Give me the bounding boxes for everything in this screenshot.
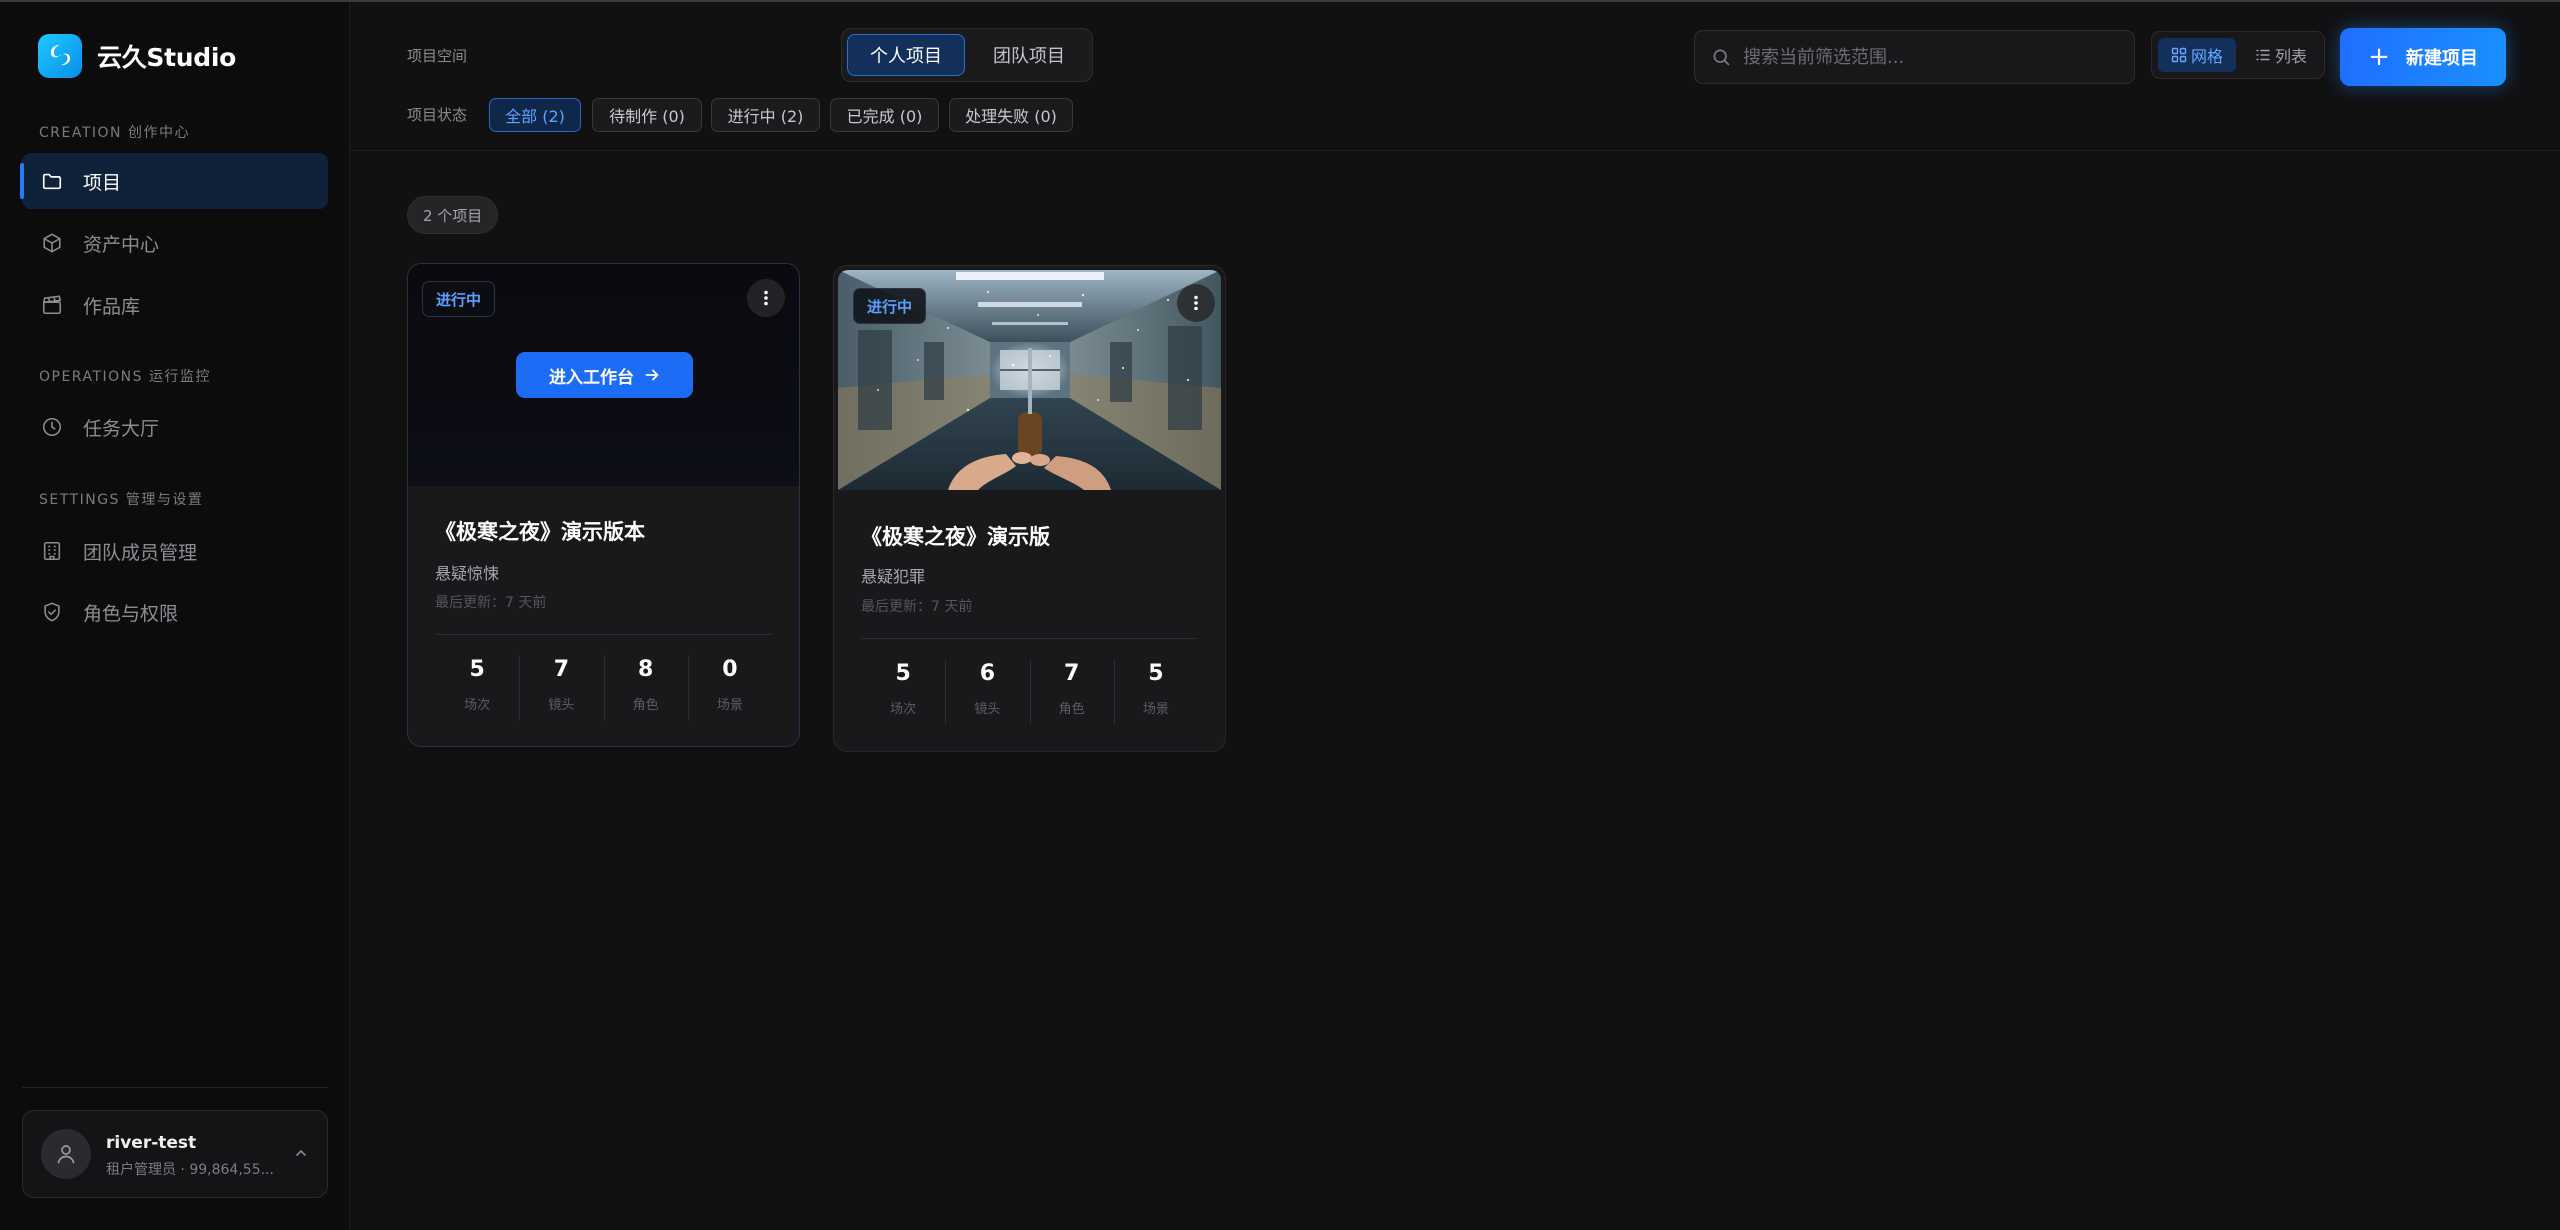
sidebar-item-assets[interactable]: 资产中心: [22, 215, 328, 271]
status-filter-in-progress[interactable]: 进行中 (2): [711, 98, 820, 132]
status-badge: 进行中: [853, 288, 927, 324]
arrow-right-icon: [645, 369, 659, 381]
view-grid-label: 网格: [2190, 47, 2223, 66]
logo-swirl-icon: [38, 34, 82, 78]
sidebar-item-label: 团队成员管理: [83, 541, 198, 564]
shield-check-icon: [39, 599, 65, 625]
stat-locations: 5 场景: [1113, 657, 1198, 727]
view-grid-button[interactable]: 网格: [2158, 38, 2236, 72]
section-label-creation: CREATION 创作中心: [39, 125, 190, 141]
project-cover-image: 进行中: [838, 270, 1221, 490]
user-icon: [57, 1145, 75, 1164]
project-updated: 最后更新：7 天前: [435, 595, 547, 611]
clock-icon: [39, 414, 65, 440]
enter-workspace-button[interactable]: 进入工作台: [516, 352, 693, 398]
grid-icon: [2171, 47, 2187, 63]
stat-locations: 0 场景: [687, 653, 772, 723]
project-space-toggle: 个人项目 团队项目: [841, 28, 1093, 82]
stat-characters: 7 角色: [1029, 657, 1114, 727]
tab-personal-projects[interactable]: 个人项目: [847, 34, 965, 76]
sidebar-item-label: 角色与权限: [83, 602, 179, 625]
more-options-icon[interactable]: [1177, 284, 1215, 322]
chevron-up-icon[interactable]: [293, 1145, 309, 1165]
stat-shots: 6 镜头: [945, 657, 1029, 727]
app-logo[interactable]: 云久Studio: [38, 34, 236, 78]
project-cover-image: 进行中 进入工作台: [408, 264, 799, 486]
project-status-label: 项目状态: [407, 106, 468, 124]
project-stats: 5 场次 6 镜头 7 角色 5 场景: [861, 657, 1198, 727]
section-label-operations: OPERATIONS 运行监控: [39, 369, 211, 385]
sidebar: 云久Studio CREATION 创作中心 项目 资产中心 作品库 OPERA…: [0, 2, 350, 1230]
sidebar-item-task-hall[interactable]: 任务大厅: [22, 399, 328, 455]
section-label-settings: SETTINGS 管理与设置: [39, 492, 204, 508]
sidebar-item-roles-permissions[interactable]: 角色与权限: [22, 584, 328, 640]
project-stats: 5 场次 7 镜头 8 角色 0 场景: [435, 653, 772, 723]
new-project-label: 新建项目: [2405, 48, 2478, 69]
card-divider: [861, 638, 1198, 639]
search-icon: [1713, 49, 1730, 66]
building-icon: [39, 538, 65, 564]
stat-shots: 7 镜头: [519, 653, 603, 723]
sidebar-item-projects[interactable]: 项目: [20, 153, 328, 209]
app-name: 云久Studio: [97, 43, 236, 72]
list-icon: [2256, 49, 2270, 61]
status-filter-all[interactable]: 全部 (2): [489, 98, 581, 132]
search-box: [1694, 30, 2135, 84]
status-filter-pending[interactable]: 待制作 (0): [592, 98, 702, 132]
project-card[interactable]: 进行中 《极寒之夜》演示版 悬疑犯罪 最后更新：7 天前 5 场次 6 镜头 7 角色…: [833, 265, 1226, 752]
project-genre: 悬疑犯罪: [861, 567, 926, 586]
project-count-badge: 2 个项目: [407, 196, 499, 234]
tab-team-projects[interactable]: 团队项目: [970, 34, 1088, 76]
view-list-label: 列表: [2274, 47, 2307, 66]
sidebar-item-label: 作品库: [83, 295, 141, 318]
sidebar-item-label: 资产中心: [83, 233, 160, 256]
project-title: 《极寒之夜》演示版本: [435, 520, 645, 544]
user-name: river-test: [106, 1133, 197, 1153]
status-filter-failed[interactable]: 处理失败 (0): [949, 98, 1073, 132]
folder-icon: [39, 168, 65, 194]
sidebar-item-label: 任务大厅: [83, 417, 160, 440]
sidebar-divider: [22, 1087, 328, 1088]
sidebar-item-team-members[interactable]: 团队成员管理: [22, 523, 328, 579]
project-card[interactable]: 进行中 进入工作台 《极寒之夜》演示版本 悬疑惊悚 最后更新：7 天前 5 场次 …: [407, 263, 800, 747]
view-toggle: 网格 列表: [2151, 31, 2325, 79]
cube-icon: [39, 230, 65, 256]
clapperboard-icon: [39, 292, 65, 318]
new-project-button[interactable]: + 新建项目: [2340, 28, 2506, 86]
stat-scenes: 5 场次: [464, 657, 491, 713]
user-card[interactable]: river-test 租户管理员 · 99,864,55...: [22, 1110, 328, 1198]
status-badge: 进行中: [422, 281, 496, 317]
user-role: 租户管理员 · 99,864,55...: [106, 1162, 274, 1178]
card-divider: [435, 634, 772, 635]
sidebar-item-works[interactable]: 作品库: [22, 277, 328, 333]
search-input[interactable]: [1743, 46, 2123, 68]
more-options-icon[interactable]: [747, 279, 785, 317]
toolbar: 项目空间 个人项目 团队项目 项目状态 全部 (2) 待制作 (0) 进行中 (…: [351, 2, 2560, 151]
project-updated: 最后更新：7 天前: [861, 599, 973, 615]
sidebar-item-label: 项目: [83, 171, 122, 194]
project-genre: 悬疑惊悚: [435, 564, 500, 583]
plus-icon: +: [2368, 42, 2390, 72]
stat-characters: 8 角色: [603, 653, 688, 723]
view-list-button[interactable]: 列表: [2242, 38, 2320, 72]
enter-workspace-label: 进入工作台: [549, 367, 634, 388]
avatar: [41, 1129, 91, 1179]
stat-scenes: 5 场次: [890, 661, 917, 717]
project-title: 《极寒之夜》演示版: [861, 525, 1050, 549]
status-filter-completed[interactable]: 已完成 (0): [830, 98, 939, 132]
project-space-label: 项目空间: [407, 47, 468, 65]
